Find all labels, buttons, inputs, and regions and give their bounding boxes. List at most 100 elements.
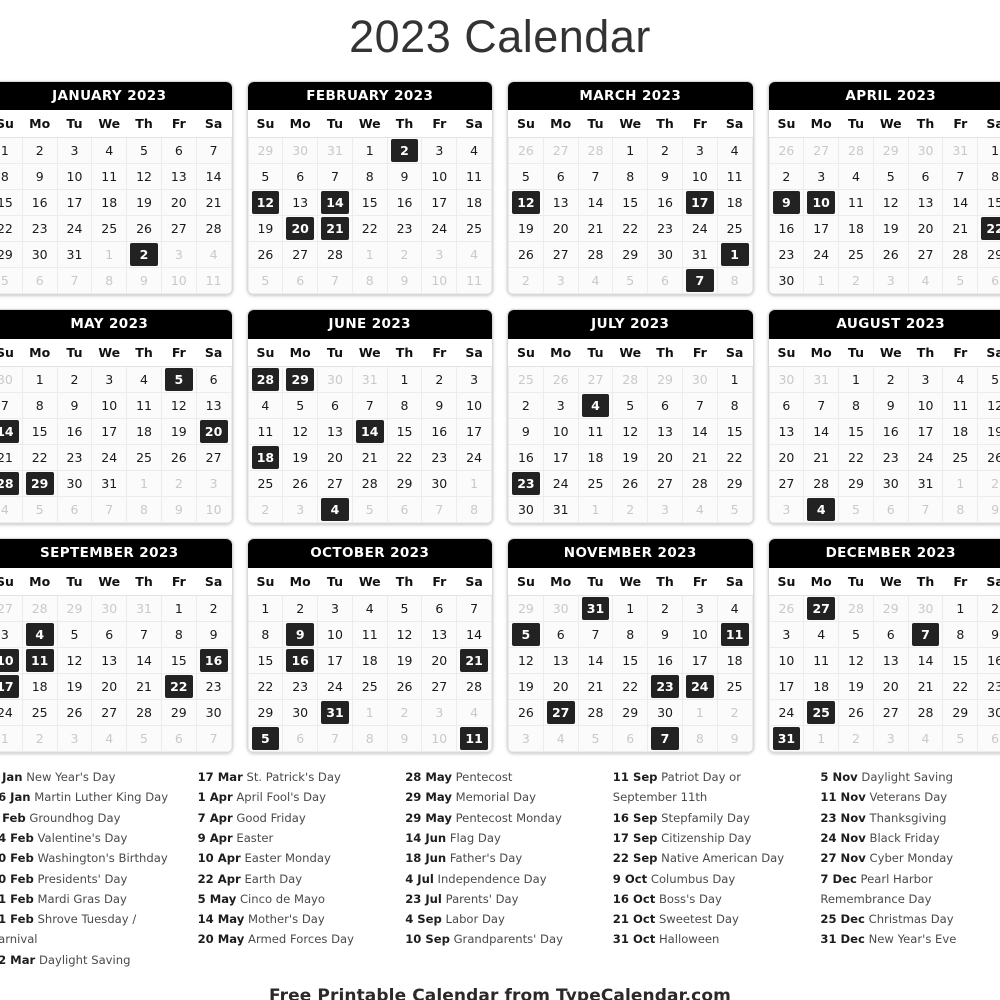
day-cell[interactable]: 9 [56,392,93,420]
day-cell[interactable]: 11 [803,647,840,675]
day-cell[interactable]: 4 [838,163,874,191]
day-cell[interactable]: 16 [647,189,683,217]
day-cell-highlighted[interactable]: 2 [386,137,423,165]
day-cell-adjacent-month[interactable]: 3 [421,699,458,727]
day-cell[interactable]: 15 [716,418,753,446]
day-cell-highlighted[interactable]: 11 [456,725,492,753]
day-cell[interactable]: 4 [126,366,162,394]
day-cell[interactable]: 18 [577,444,614,472]
day-cell[interactable]: 1 [247,595,284,623]
day-cell-adjacent-month[interactable]: 10 [160,267,197,295]
day-cell-highlighted[interactable]: 2 [126,241,162,269]
day-cell[interactable]: 10 [681,163,718,191]
day-cell[interactable]: 11 [716,163,753,191]
day-cell[interactable]: 24 [91,444,128,472]
day-cell[interactable]: 4 [942,366,979,394]
day-cell[interactable]: 2 [977,595,1000,623]
day-cell[interactable]: 24 [56,215,93,243]
day-cell[interactable]: 22 [247,673,284,701]
day-cell[interactable]: 31 [907,470,944,498]
day-cell[interactable]: 24 [317,673,353,701]
day-cell[interactable]: 1 [612,137,649,165]
day-cell[interactable]: 16 [21,189,58,217]
day-cell[interactable]: 28 [803,470,840,498]
day-cell[interactable]: 15 [351,189,388,217]
day-cell[interactable]: 31 [681,241,718,269]
day-cell[interactable]: 13 [91,647,128,675]
day-cell-highlighted[interactable]: 16 [282,647,319,675]
day-cell-adjacent-month[interactable]: 9 [386,267,423,295]
day-cell[interactable]: 14 [577,189,614,217]
day-cell[interactable]: 29 [977,241,1000,269]
day-cell-adjacent-month[interactable]: 6 [21,267,58,295]
day-cell-adjacent-month[interactable]: 2 [838,725,874,753]
day-cell[interactable]: 22 [386,444,423,472]
day-cell-adjacent-month[interactable]: 8 [91,267,128,295]
day-cell[interactable]: 18 [838,215,874,243]
day-cell-adjacent-month[interactable]: 4 [456,699,492,727]
day-cell[interactable]: 18 [803,673,840,701]
day-cell[interactable]: 17 [456,418,492,446]
day-cell[interactable]: 14 [681,418,718,446]
day-cell-adjacent-month[interactable]: 11 [456,267,492,295]
day-cell-adjacent-month[interactable]: 10 [421,267,458,295]
day-cell[interactable]: 14 [126,647,162,675]
day-cell[interactable]: 4 [351,595,388,623]
day-cell[interactable]: 3 [681,137,718,165]
day-cell[interactable]: 11 [838,189,874,217]
day-cell-adjacent-month[interactable]: 27 [542,137,579,165]
day-cell[interactable]: 3 [56,137,93,165]
day-cell[interactable]: 7 [456,595,492,623]
day-cell-adjacent-month[interactable]: 26 [768,595,805,623]
day-cell[interactable]: 13 [317,418,353,446]
day-cell[interactable]: 23 [195,673,232,701]
day-cell-adjacent-month[interactable]: 4 [907,725,944,753]
day-cell[interactable]: 2 [195,595,232,623]
day-cell[interactable]: 28 [195,215,232,243]
day-cell[interactable]: 30 [282,699,319,727]
day-cell[interactable]: 24 [907,444,944,472]
day-cell[interactable]: 4 [91,137,128,165]
day-cell[interactable]: 17 [56,189,93,217]
day-cell[interactable]: 19 [160,418,197,446]
day-cell-adjacent-month[interactable]: 29 [647,366,683,394]
day-cell[interactable]: 22 [612,215,649,243]
day-cell[interactable]: 26 [247,241,284,269]
day-cell-adjacent-month[interactable]: 2 [247,496,284,524]
day-cell[interactable]: 21 [681,444,718,472]
day-cell[interactable]: 26 [838,699,874,727]
day-cell-adjacent-month[interactable]: 6 [977,725,1000,753]
day-cell-highlighted[interactable]: 12 [247,189,284,217]
day-cell[interactable]: 20 [91,673,128,701]
day-cell-adjacent-month[interactable]: 27 [577,366,614,394]
day-cell[interactable]: 6 [91,621,128,649]
day-cell[interactable]: 9 [386,163,423,191]
day-cell[interactable]: 9 [21,163,58,191]
day-cell[interactable]: 18 [351,647,388,675]
day-cell[interactable]: 8 [716,392,753,420]
day-cell[interactable]: 25 [351,673,388,701]
day-cell[interactable]: 27 [872,699,909,727]
day-cell-adjacent-month[interactable]: 2 [838,267,874,295]
day-cell[interactable]: 29 [247,699,284,727]
day-cell[interactable]: 12 [872,189,909,217]
day-cell[interactable]: 20 [907,215,944,243]
day-cell[interactable]: 9 [647,163,683,191]
day-cell[interactable]: 15 [977,189,1000,217]
day-cell[interactable]: 6 [160,137,197,165]
day-cell[interactable]: 28 [317,241,353,269]
day-cell[interactable]: 9 [872,392,909,420]
day-cell[interactable]: 29 [612,699,649,727]
day-cell[interactable]: 4 [456,137,492,165]
day-cell[interactable]: 10 [907,392,944,420]
day-cell-adjacent-month[interactable]: 29 [872,595,909,623]
day-cell[interactable]: 13 [907,189,944,217]
day-cell[interactable]: 18 [716,189,753,217]
day-cell[interactable]: 11 [456,163,492,191]
day-cell[interactable]: 29 [942,699,979,727]
day-cell[interactable]: 20 [421,647,458,675]
day-cell[interactable]: 3 [768,621,805,649]
day-cell-adjacent-month[interactable]: 5 [126,725,162,753]
day-cell[interactable]: 17 [542,444,579,472]
day-cell[interactable]: 2 [56,366,93,394]
